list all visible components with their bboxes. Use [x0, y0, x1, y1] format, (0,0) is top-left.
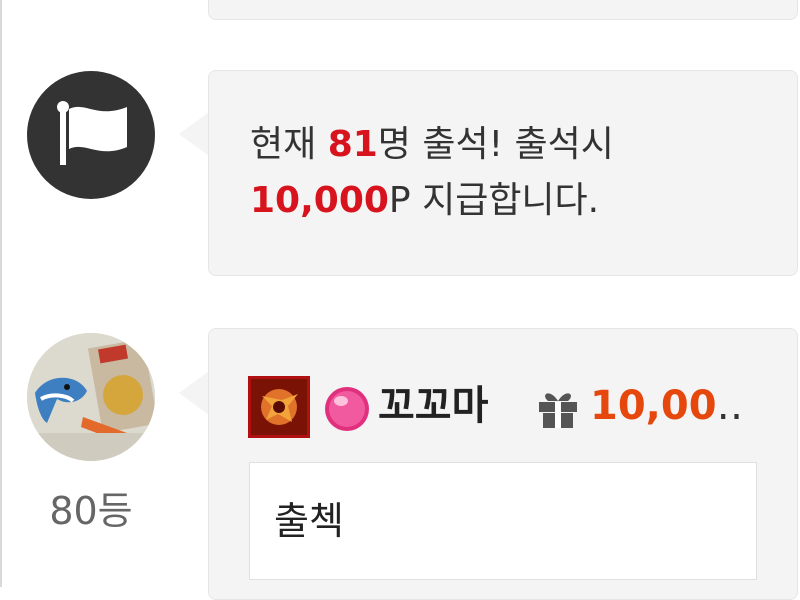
comment-content-box: 출첵 — [249, 462, 757, 580]
gift-icon — [539, 393, 577, 428]
comment-rank: 80등 — [49, 489, 133, 533]
comment-points: 10,00… — [590, 383, 740, 429]
comment-bubble-tail — [179, 371, 209, 415]
previous-comment-bubble — [208, 0, 798, 20]
comment-text: 출첵 — [274, 499, 344, 543]
candy-icon — [325, 387, 369, 431]
left-border — [0, 0, 2, 587]
attendance-count: 81 — [327, 124, 378, 165]
reward-points: 10,000 — [250, 180, 389, 221]
comment-nickname[interactable]: 꼬꼬마 — [378, 378, 488, 434]
user-avatar[interactable] — [27, 333, 155, 461]
flag-avatar — [27, 71, 155, 199]
attendance-notice-text: 현재 81명 출석! 출석시 10,000P 지급합니다. — [250, 124, 614, 221]
avatar-image — [27, 333, 155, 461]
notice-bubble-tail — [179, 112, 209, 156]
level-badge-icon — [248, 376, 310, 438]
flag-icon — [57, 101, 127, 165]
